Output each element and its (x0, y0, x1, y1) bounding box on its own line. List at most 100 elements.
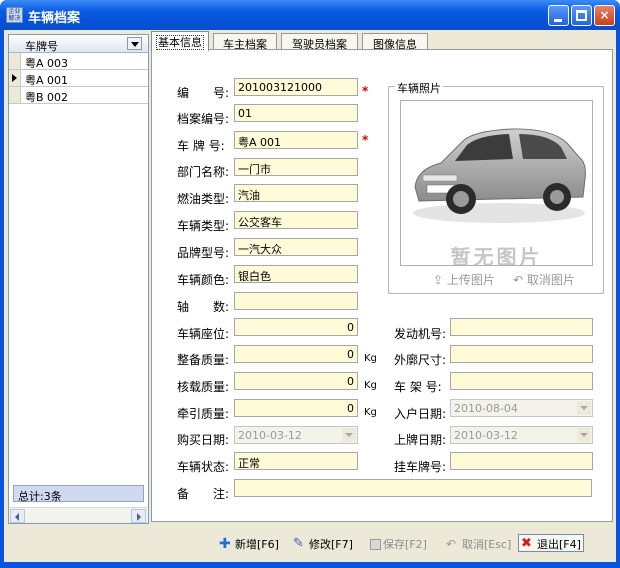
purchase-date-picker[interactable]: 2010-03-12 (234, 426, 358, 444)
curb-weight-field[interactable]: 0 (234, 345, 358, 363)
close-button[interactable]: × (594, 5, 615, 26)
required-mark: * (362, 133, 369, 147)
required-mark: * (362, 84, 369, 98)
brand-model-field[interactable]: 一汽大众 (234, 238, 358, 256)
photo-legend: 车辆照片 (395, 80, 443, 96)
fuel-type-label: 燃油类型: (177, 192, 230, 206)
seats-label: 车辆座位: (177, 327, 230, 341)
row-indicator (9, 70, 21, 86)
unit-kg: Kg (364, 380, 377, 391)
plate-label: 车 牌 号: (177, 139, 225, 153)
tab-basic-info[interactable]: 基本信息 (151, 31, 209, 51)
plate-field[interactable]: 粤A 001 (234, 131, 358, 149)
fuel-type-field[interactable]: 汽油 (234, 184, 358, 202)
entry-date-label: 入户日期: (394, 407, 447, 421)
upload-label: 上传图片 (446, 273, 495, 287)
curb-weight-label: 整备质量: (177, 353, 230, 367)
date-dropdown-button[interactable] (342, 428, 356, 442)
engine-no-field[interactable] (450, 318, 593, 336)
plate-date-label: 上牌日期: (394, 433, 447, 447)
column-header-plate[interactable]: 车牌号 (25, 38, 58, 54)
close-icon: × (599, 8, 610, 22)
trailer-plate-field[interactable] (450, 452, 593, 470)
status-field[interactable]: 正常 (234, 452, 358, 470)
maximize-icon (576, 10, 587, 21)
scroll-left-button[interactable] (10, 509, 25, 523)
edit-button[interactable]: ✎ 修改[F7] (293, 536, 353, 554)
table-row[interactable]: 粤A 001 (9, 70, 148, 87)
chevron-right-icon (137, 513, 141, 521)
dimensions-label: 外廓尺寸: (394, 353, 447, 367)
vehicle-photo: 暂无图片 (400, 100, 593, 266)
no-image-text: 暂无图片 (450, 245, 543, 266)
cancel-photo-button[interactable]: ↶ 取消图片 (513, 271, 575, 288)
vehicle-list-panel: 车牌号 粤A 003 粤A 001 粤B 002 总计:3条 (8, 34, 149, 524)
purchase-date-value: 2010-03-12 (238, 429, 302, 442)
date-dropdown-button[interactable] (577, 428, 591, 442)
color-field[interactable]: 银白色 (234, 265, 358, 283)
chevron-down-icon (131, 42, 139, 47)
number-field[interactable]: 201003121000 (234, 78, 358, 96)
minimize-button[interactable] (548, 5, 569, 26)
tab-owner-file[interactable]: 车主档案 (213, 33, 277, 51)
file-no-label: 档案编号: (177, 112, 230, 126)
vehicle-type-field[interactable]: 公交客车 (234, 211, 358, 229)
undo-icon: ↶ (513, 273, 524, 287)
exit-icon: ✖ (521, 536, 532, 551)
axle-count-label: 轴 数: (177, 300, 230, 314)
title-bar[interactable]: 企业 解决 车辆档案 × (0, 0, 620, 30)
edit-label: 修改[F7] (309, 538, 353, 551)
total-count-bar: 总计:3条 (13, 485, 144, 503)
entry-date-picker[interactable]: 2010-08-04 (450, 399, 593, 417)
unit-kg: Kg (364, 353, 377, 364)
purchase-date-label: 购买日期: (177, 433, 230, 447)
row-plate: 粤B 002 (25, 91, 69, 104)
engine-no-label: 发动机号: (394, 327, 447, 341)
column-filter-button[interactable] (127, 37, 142, 50)
unit-kg: Kg (364, 407, 377, 418)
remarks-label: 备 注: (177, 487, 230, 501)
chevron-left-icon (15, 513, 19, 521)
horizontal-scrollbar[interactable] (9, 507, 148, 523)
upload-photo-button[interactable]: ⇪ 上传图片 (433, 271, 495, 288)
app-logo-icon: 企业 解决 (6, 7, 23, 23)
scroll-right-button[interactable] (131, 509, 146, 523)
traction-weight-field[interactable]: 0 (234, 399, 358, 417)
number-label: 编 号: (177, 86, 230, 100)
row-plate: 粤A 001 (25, 74, 69, 87)
frame-no-label: 车 架 号: (394, 380, 442, 394)
remarks-field[interactable] (234, 479, 592, 497)
window-title: 车辆档案 (28, 11, 81, 26)
table-row[interactable]: 粤B 002 (9, 87, 148, 104)
axle-count-field[interactable] (234, 292, 358, 310)
add-button[interactable]: ✚ 新增[F6] (219, 536, 279, 554)
minimize-icon (554, 19, 562, 22)
exit-button[interactable]: ✖ 退出[F4] (518, 534, 584, 552)
tab-driver-file[interactable]: 驾驶员档案 (281, 33, 358, 51)
exit-label: 退出[F4] (537, 538, 581, 551)
undo-icon: ↶ (446, 537, 457, 551)
car-image-icon (413, 128, 586, 223)
dimensions-field[interactable] (450, 345, 593, 363)
plate-date-value: 2010-03-12 (454, 429, 518, 442)
frame-no-field[interactable] (450, 372, 593, 390)
file-no-field[interactable]: 01 (234, 104, 358, 122)
seats-field[interactable]: 0 (234, 318, 358, 336)
cancel-button[interactable]: ↶ 取消[Esc] (446, 536, 511, 554)
department-field[interactable]: 一门市 (234, 158, 358, 176)
maximize-button[interactable] (571, 5, 592, 26)
bottom-toolbar: ✚ 新增[F6] ✎ 修改[F7] 保存[F2] ↶ 取消[Esc] ✖ 退出[F4] (4, 525, 616, 562)
date-dropdown-button[interactable] (577, 401, 591, 415)
row-indicator (9, 53, 21, 69)
tab-image-info[interactable]: 图像信息 (362, 33, 428, 51)
row-plate: 粤A 003 (25, 57, 69, 70)
department-label: 部门名称: (177, 165, 230, 179)
total-count: 总计:3条 (18, 490, 62, 503)
pencil-icon: ✎ (293, 536, 304, 551)
save-button[interactable]: 保存[F2] (370, 536, 427, 554)
trailer-plate-label: 挂车牌号: (394, 460, 447, 474)
load-weight-field[interactable]: 0 (234, 372, 358, 390)
chevron-down-icon (345, 433, 353, 437)
table-row[interactable]: 粤A 003 (9, 53, 148, 70)
plate-date-picker[interactable]: 2010-03-12 (450, 426, 593, 444)
